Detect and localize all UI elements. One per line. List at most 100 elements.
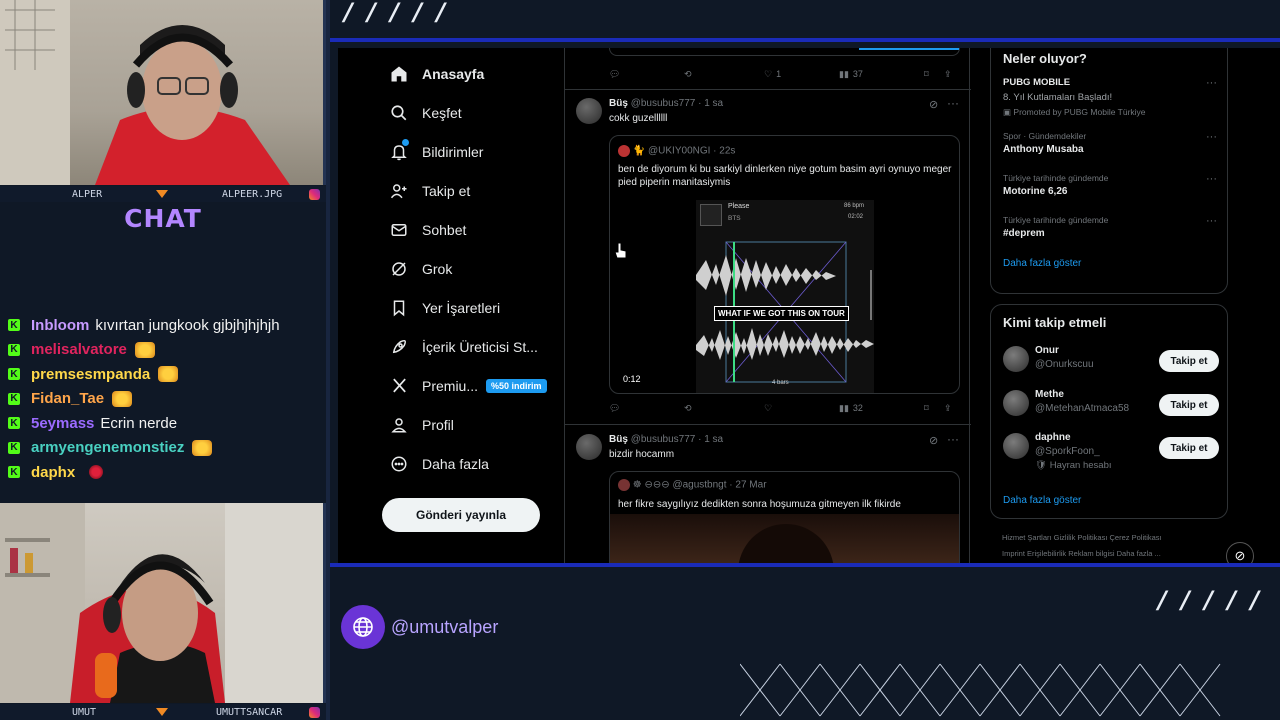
tweet[interactable]: Büş @busubus777 · 1 sa ⊘ ··· bizdir hoca… bbox=[565, 426, 971, 563]
mouse-cursor-icon bbox=[614, 242, 627, 259]
trend-item[interactable]: Türkiye tarihinde gündemde Motorine 6,26 ·… bbox=[1003, 173, 1217, 197]
premium-discount-badge: %50 indirim bbox=[486, 378, 547, 393]
more-icon[interactable]: ··· bbox=[1206, 173, 1217, 185]
footer-links[interactable]: Hizmet Şartları Gizlilik Politikası Çere… bbox=[1002, 533, 1162, 542]
trend-title: #deprem bbox=[1003, 228, 1045, 239]
quote-image[interactable] bbox=[610, 514, 959, 563]
nav-item-takip-et[interactable]: Takip et bbox=[388, 171, 563, 210]
cam2-name-right: UMUTTSANCAR bbox=[216, 706, 283, 718]
trend-item[interactable]: PUBG MOBILE 8. Yıl Kutlamaları Başladı! ▣ … bbox=[1003, 77, 1217, 118]
reply-icon[interactable]: 💬︎ bbox=[609, 69, 684, 80]
tweet-header: Büş @busubus777 · 1 sa bbox=[609, 98, 723, 109]
views-count: 37 bbox=[852, 69, 863, 79]
nav-item-label: Takip et bbox=[422, 182, 471, 199]
overlay-top-bar bbox=[330, 38, 1280, 42]
kick-badge-icon: K bbox=[8, 319, 20, 332]
author-handle[interactable]: @busubus777 · 1 sa bbox=[631, 434, 723, 445]
views-button[interactable]: ▮▮ 32 bbox=[839, 403, 924, 414]
trend-item[interactable]: Spor · Gündemdekiler Anthony Musaba ··· bbox=[1003, 131, 1217, 155]
trends-show-more[interactable]: Daha fazla göster bbox=[1003, 258, 1081, 269]
footer-links-2[interactable]: Imprint Erişilebilirlik Reklam bilgisi D… bbox=[1002, 549, 1161, 558]
share-icon[interactable]: ⇪ bbox=[944, 403, 952, 414]
suggestion-handle: @Onurkscuu bbox=[1035, 359, 1094, 370]
avatar[interactable] bbox=[1003, 433, 1029, 459]
quote-author: @UKIY00NGI · 22s bbox=[648, 145, 736, 157]
chat-username[interactable]: premsesmpanda bbox=[31, 366, 150, 383]
follow-suggestion[interactable]: Methe @MetehanAtmaca58 Takip et bbox=[1003, 388, 1219, 428]
follow-button[interactable]: Takip et bbox=[1159, 350, 1219, 372]
overlay-grid-pattern bbox=[740, 663, 1221, 717]
post-button[interactable]: Gönderi yayınla bbox=[382, 498, 540, 532]
suggestion-name[interactable]: Onur bbox=[1035, 345, 1059, 356]
suggestion-name[interactable]: Methe bbox=[1035, 389, 1064, 400]
views-count: 32 bbox=[852, 403, 863, 413]
nav-item-keşfet[interactable]: Keşfet bbox=[388, 93, 563, 132]
nav-item-sohbet[interactable]: Sohbet bbox=[388, 210, 563, 249]
follow-button[interactable]: Takip et bbox=[1159, 437, 1219, 459]
more-icon[interactable]: ··· bbox=[947, 432, 959, 446]
kick-badge-icon: K bbox=[8, 417, 20, 430]
promoted-text: Promoted by PUBG Mobile Türkiye bbox=[1013, 107, 1146, 117]
more-icon[interactable]: ··· bbox=[947, 96, 959, 110]
author-handle[interactable]: @busubus777 · 1 sa bbox=[631, 98, 723, 109]
overlay-bottom-bar bbox=[330, 563, 1280, 567]
share-icon[interactable]: ⇪ bbox=[944, 69, 952, 80]
quote-tweet[interactable]: 🐈 @UKIY00NGI · 22s ben de diyorum ki bu … bbox=[609, 135, 960, 394]
author-name[interactable]: Büş bbox=[609, 434, 628, 445]
avatar[interactable] bbox=[576, 434, 602, 460]
trend-category: Spor · Gündemdekiler bbox=[1003, 131, 1087, 141]
grok-icon[interactable]: ⊘ bbox=[929, 434, 938, 447]
like-button[interactable]: ♡ 1 bbox=[764, 69, 839, 80]
nav-item-yer-i-şaretleri[interactable]: Yer İşaretleri bbox=[388, 288, 563, 327]
song-time: 02:02 bbox=[848, 214, 864, 220]
like-icon[interactable]: ♡ bbox=[764, 403, 839, 414]
trends-box: Neler oluyor? PUBG MOBILE 8. Yıl Kutlamal… bbox=[990, 48, 1228, 294]
chat-username[interactable]: daphx bbox=[31, 464, 75, 481]
quote-video[interactable]: Please BTS 86 bpm 02:02 WHAT IF WE GOT T… bbox=[696, 200, 874, 393]
search-icon bbox=[388, 102, 410, 124]
more-icon[interactable]: ··· bbox=[1206, 77, 1217, 89]
like-count: 1 bbox=[776, 69, 782, 79]
author-name[interactable]: Büş bbox=[609, 98, 628, 109]
chat-username[interactable]: armyengenemonstiez bbox=[31, 439, 184, 456]
chat-text: Ecrin nerde bbox=[100, 414, 178, 432]
more-icon[interactable]: ··· bbox=[1206, 131, 1217, 143]
reply-icon[interactable]: 💬︎ bbox=[609, 403, 684, 414]
bookmark-icon[interactable]: ⌑ bbox=[924, 69, 944, 80]
nav-item-bildirimler[interactable]: Bildirimler bbox=[388, 132, 563, 171]
chat-username[interactable]: 5eymass bbox=[31, 415, 94, 432]
avatar[interactable] bbox=[1003, 390, 1029, 416]
grok-icon[interactable]: ⊘ bbox=[929, 98, 938, 111]
who-show-more[interactable]: Daha fazla göster bbox=[1003, 495, 1081, 506]
trend-item[interactable]: Türkiye tarihinde gündemde #deprem ··· bbox=[1003, 215, 1217, 239]
quote-tweet[interactable]: ☸ ⊖⊖⊖ @agustbngt · 27 Mar her fikre sayg… bbox=[609, 471, 960, 563]
follow-suggestion[interactable]: daphne @SporkFoon_ 🛡 Hayran hesabı Takip et bbox=[1003, 431, 1219, 471]
chat-username[interactable]: Inbloom bbox=[31, 317, 89, 334]
nav-item-profil[interactable]: Profil bbox=[388, 405, 563, 444]
grok-float-icon[interactable]: ⊘ bbox=[1226, 542, 1254, 563]
webcam-alper bbox=[0, 0, 326, 185]
fan-account-text: Hayran hesabı bbox=[1049, 460, 1112, 471]
fire-emote-icon bbox=[158, 366, 179, 383]
social-handle-text: @umutvalper bbox=[391, 616, 499, 637]
chat-username[interactable]: melisalvatore bbox=[31, 341, 127, 358]
avatar[interactable] bbox=[576, 98, 602, 124]
retweet-icon[interactable]: ⟲ bbox=[684, 69, 764, 80]
follow-suggestion[interactable]: Onur @Onurkscuu Takip et bbox=[1003, 344, 1219, 384]
nav-item-premiu-[interactable]: Premiu... %50 indirim bbox=[388, 366, 563, 405]
suggestion-name[interactable]: daphne bbox=[1035, 432, 1071, 443]
nav-item-daha-fazla[interactable]: Daha fazla bbox=[388, 444, 563, 483]
nav-item-grok[interactable]: Grok bbox=[388, 249, 563, 288]
avatar[interactable] bbox=[1003, 346, 1029, 372]
more-icon[interactable]: ··· bbox=[1206, 215, 1217, 227]
chat-username[interactable]: Fidan_Tae bbox=[31, 390, 104, 407]
bookmark-icon[interactable]: ⌑ bbox=[924, 403, 944, 414]
bpm-label: 86 bpm bbox=[844, 203, 865, 209]
views-button[interactable]: ▮▮ 37 bbox=[839, 69, 924, 80]
chat-message: K 5eymass Ecrin nerde bbox=[8, 411, 326, 436]
retweet-icon[interactable]: ⟲ bbox=[684, 403, 764, 414]
nav-item-i-çerik-üreticisi-st-[interactable]: İçerik Üreticisi St... bbox=[388, 327, 563, 366]
overlay-slashes-bottom: / / / / / bbox=[1158, 586, 1263, 614]
nav-item-anasayfa[interactable]: Anasayfa bbox=[388, 54, 563, 93]
follow-button[interactable]: Takip et bbox=[1159, 394, 1219, 416]
